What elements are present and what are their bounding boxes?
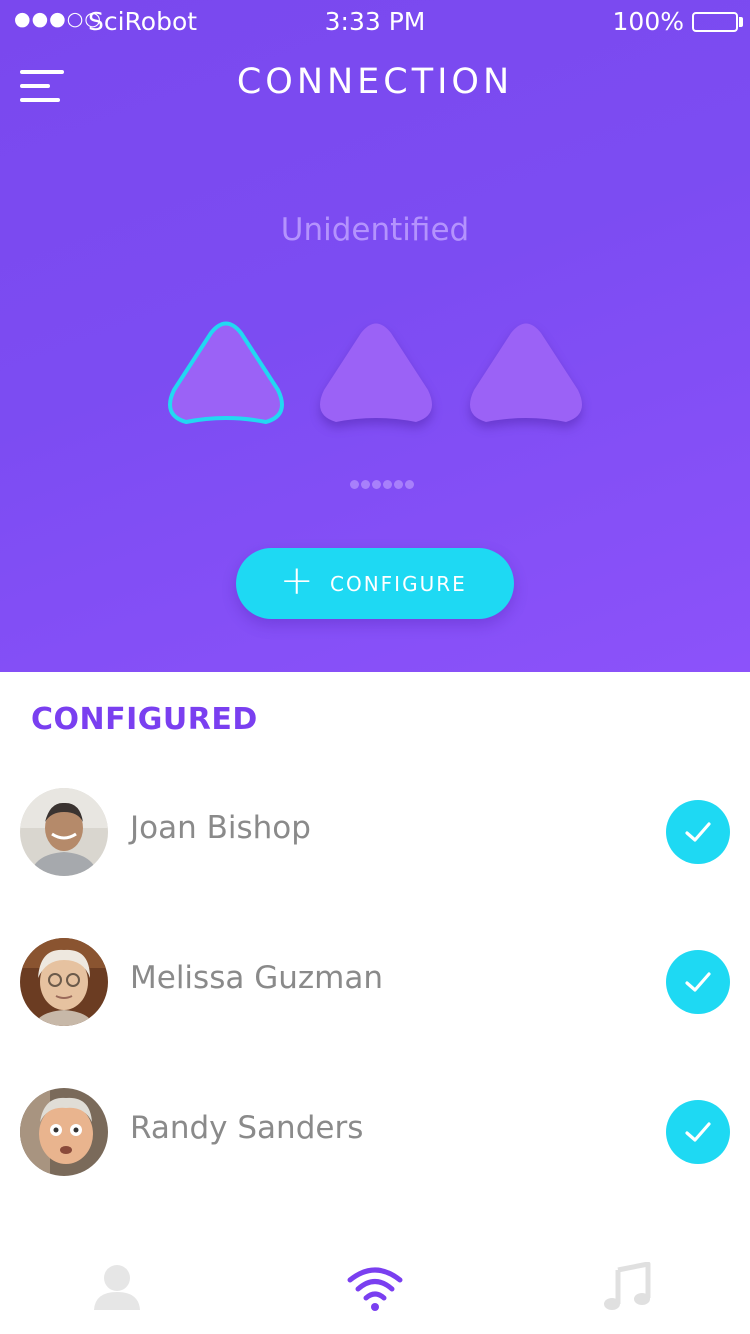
configure-button[interactable]: + CONFIGURE <box>236 548 514 619</box>
device-option[interactable] <box>466 320 586 432</box>
status-bar: ●●●○○ SciRobot 3:33 PM 100% <box>0 0 750 44</box>
person-icon[interactable] <box>87 1262 147 1312</box>
contact-name: Joan Bishop <box>130 810 311 846</box>
contact-name: Melissa Guzman <box>130 960 383 996</box>
check-icon[interactable] <box>666 1100 730 1164</box>
configure-label: CONFIGURE <box>330 572 467 596</box>
page-title: CONNECTION <box>236 62 514 102</box>
device-selected[interactable] <box>166 320 286 432</box>
device-triangle-icon <box>320 323 432 422</box>
tab-bar <box>0 1244 750 1334</box>
contact-name: Randy Sanders <box>130 1110 364 1146</box>
device-triangle-icon <box>470 323 582 422</box>
music-note-icon[interactable] <box>598 1261 658 1312</box>
device-option[interactable] <box>316 320 436 432</box>
section-title: CONFIGURED <box>31 702 258 737</box>
avatar <box>20 788 108 876</box>
device-name: Unidentified <box>280 212 470 248</box>
loading-dots <box>350 474 416 489</box>
contact-row[interactable]: Melissa Guzman <box>0 932 750 1032</box>
battery-percent: 100% <box>612 7 684 36</box>
plus-icon: + <box>280 558 314 604</box>
contact-row[interactable]: Joan Bishop <box>0 782 750 882</box>
device-triangle-icon <box>168 321 284 424</box>
contact-row[interactable]: Randy Sanders <box>0 1082 750 1182</box>
avatar <box>20 1088 108 1176</box>
hero-header: ●●●○○ SciRobot 3:33 PM 100% CONNECTION U… <box>0 0 750 672</box>
check-icon[interactable] <box>666 950 730 1014</box>
battery-icon <box>692 12 738 32</box>
check-icon[interactable] <box>666 800 730 864</box>
avatar <box>20 938 108 1026</box>
wifi-icon[interactable] <box>345 1262 405 1312</box>
